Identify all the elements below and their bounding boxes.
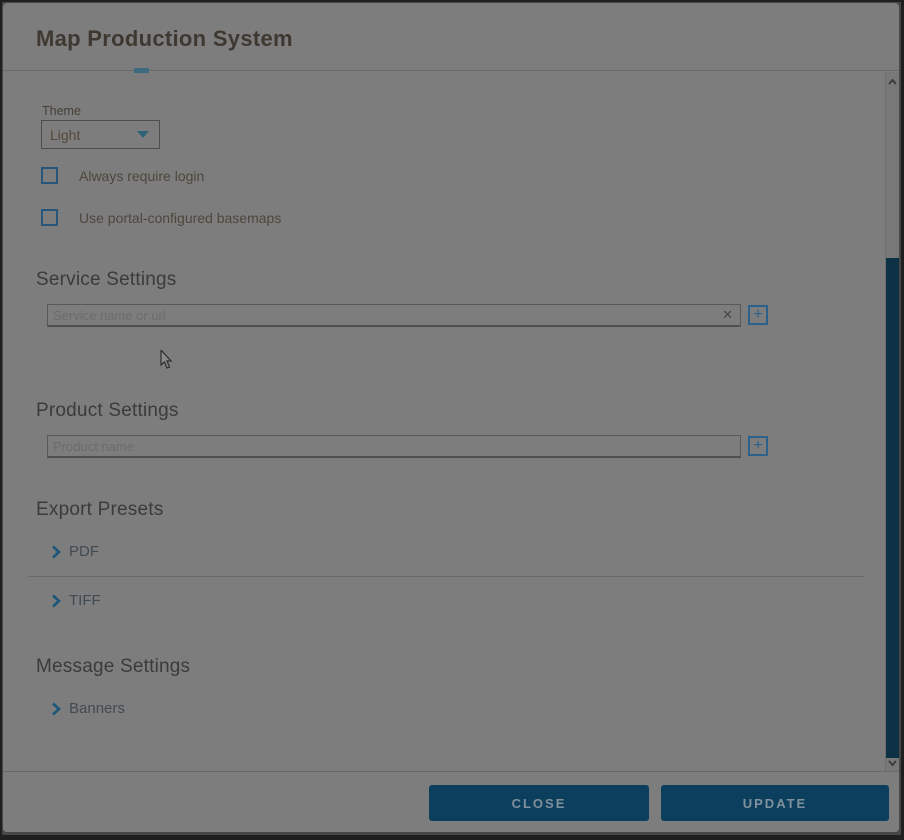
product-name-input[interactable]	[47, 435, 741, 458]
checkbox-label: Use portal-configured basemaps	[79, 210, 281, 226]
export-preset-tiff-row[interactable]: TIFF	[51, 592, 101, 609]
product-input-wrap	[47, 435, 741, 458]
vertical-scrollbar[interactable]	[885, 72, 899, 771]
chevron-down-icon	[137, 131, 149, 138]
cutoff-element	[134, 68, 149, 73]
export-presets-heading: Export Presets	[36, 499, 163, 521]
chevron-right-icon	[51, 594, 61, 608]
message-settings-heading: Message Settings	[36, 656, 190, 678]
banners-label: Banners	[69, 700, 125, 717]
close-button[interactable]: CLOSE	[429, 785, 649, 821]
add-product-button[interactable]: +	[748, 436, 768, 456]
chevron-right-icon	[51, 545, 61, 559]
theme-select-value: Light	[50, 127, 137, 143]
map-production-dialog: Map Production System Theme Light Always…	[3, 3, 899, 832]
divider	[28, 576, 864, 577]
chevron-right-icon	[51, 702, 61, 716]
banners-row[interactable]: Banners	[51, 700, 125, 717]
chevron-down-icon	[888, 760, 897, 766]
add-icon: +	[753, 437, 762, 454]
export-preset-pdf-row[interactable]: PDF	[51, 543, 99, 560]
always-require-login-checkbox[interactable]	[41, 167, 58, 184]
scroll-up-button[interactable]	[886, 74, 899, 89]
clear-icon[interactable]: ✕	[722, 307, 733, 323]
update-button[interactable]: UPDATE	[661, 785, 889, 821]
add-service-button[interactable]: +	[748, 305, 768, 325]
export-preset-label: TIFF	[69, 592, 101, 609]
dialog-title: Map Production System	[36, 26, 293, 52]
chevron-up-icon	[888, 79, 897, 85]
service-settings-heading: Service Settings	[36, 269, 177, 291]
settings-scroll-area: Theme Light Always require login Use por…	[3, 72, 885, 771]
theme-label: Theme	[42, 104, 81, 118]
scroll-down-button[interactable]	[886, 755, 899, 770]
product-settings-heading: Product Settings	[36, 400, 179, 422]
portal-basemaps-checkbox[interactable]	[41, 209, 58, 226]
dimmed-screen: Map Production System Theme Light Always…	[0, 0, 904, 840]
service-input-wrap: ✕	[47, 304, 741, 327]
checkbox-label: Always require login	[79, 168, 204, 184]
theme-select[interactable]: Light	[41, 120, 160, 149]
service-name-input[interactable]	[47, 304, 741, 327]
dialog-footer: CLOSE UPDATE	[3, 771, 899, 832]
dialog-header: Map Production System	[3, 3, 899, 71]
export-preset-label: PDF	[69, 543, 99, 560]
always-require-login-row[interactable]: Always require login	[41, 167, 204, 184]
scrollbar-thumb[interactable]	[886, 258, 899, 758]
portal-basemaps-row[interactable]: Use portal-configured basemaps	[41, 209, 281, 226]
mouse-cursor	[160, 350, 174, 370]
add-icon: +	[753, 306, 762, 323]
